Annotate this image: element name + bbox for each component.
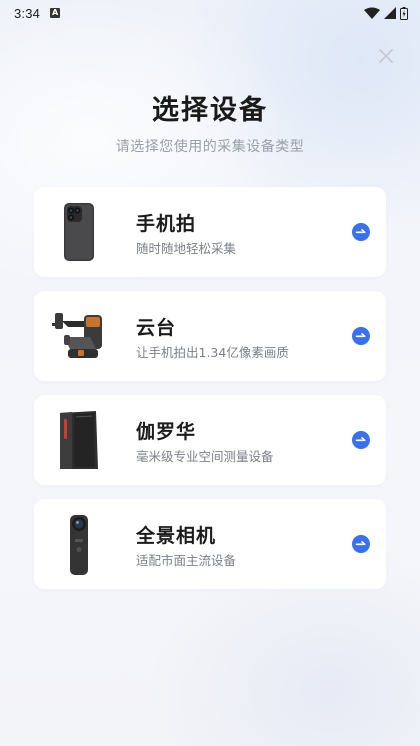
- panoramic-camera-icon: [70, 515, 88, 575]
- arrow-right-icon: [352, 223, 370, 241]
- device-list: 手机拍 随时随地轻松采集 云台 让手机拍出1.34亿像素画质 伽罗华 毫米级专业…: [34, 187, 386, 603]
- device-thumb: [50, 405, 110, 475]
- device-name: 云台: [136, 317, 177, 339]
- arrow-right-icon: [352, 431, 370, 449]
- go-arrow-button[interactable]: [352, 431, 370, 449]
- device-description: 毫米级专业空间测量设备: [136, 449, 274, 464]
- wifi-icon: [364, 7, 380, 19]
- device-thumb: [50, 197, 110, 267]
- close-button[interactable]: [377, 47, 395, 65]
- device-card-phone[interactable]: 手机拍 随时随地轻松采集: [34, 187, 386, 277]
- device-card-gimbal[interactable]: 云台 让手机拍出1.34亿像素画质: [34, 291, 386, 381]
- close-icon: [379, 49, 393, 63]
- device-card-galois[interactable]: 伽罗华 毫米级专业空间测量设备: [34, 395, 386, 485]
- go-arrow-button[interactable]: [352, 327, 370, 345]
- device-name: 全景相机: [136, 525, 217, 547]
- cellular-signal-icon: [384, 7, 396, 19]
- device-name: 伽罗华: [136, 421, 197, 443]
- page-title: 选择设备: [152, 95, 268, 126]
- device-name: 手机拍: [136, 213, 197, 235]
- smartphone-icon: [64, 203, 94, 261]
- galois-device-icon: [60, 411, 98, 469]
- go-arrow-button[interactable]: [352, 223, 370, 241]
- go-arrow-button[interactable]: [352, 535, 370, 553]
- battery-icon: [400, 6, 408, 20]
- status-time: 3:34: [14, 5, 41, 21]
- page-subtitle: 请选择您使用的采集设备类型: [115, 139, 305, 155]
- arrow-right-icon: [352, 535, 370, 553]
- device-card-panoramic-camera[interactable]: 全景相机 适配市面主流设备: [34, 499, 386, 589]
- device-thumb: [50, 301, 110, 371]
- gimbal-icon: [52, 313, 102, 358]
- status-left: 3:34 A: [14, 5, 61, 21]
- notification-a-icon: A: [50, 8, 61, 18]
- device-description: 随时随地轻松采集: [136, 241, 237, 256]
- device-thumb: [50, 509, 110, 579]
- device-description: 让手机拍出1.34亿像素画质: [136, 345, 289, 360]
- status-right: [364, 6, 408, 20]
- device-description: 适配市面主流设备: [136, 553, 237, 568]
- status-bar: 3:34 A: [0, 0, 420, 26]
- arrow-right-icon: [352, 327, 370, 345]
